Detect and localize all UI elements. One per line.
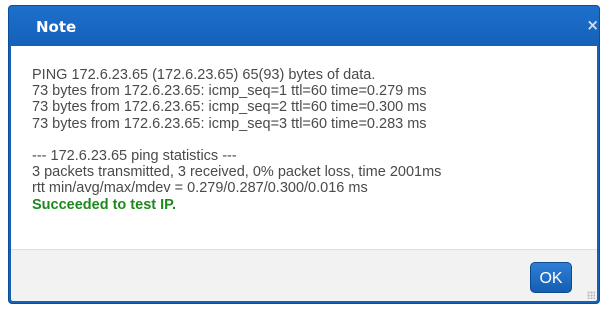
ping-output-line: 73 bytes from 172.6.23.65: icmp_seq=3 tt… <box>32 115 427 132</box>
ping-output: PING 172.6.23.65 (172.6.23.65) 65(93) by… <box>32 67 592 213</box>
resize-grip-icon[interactable] <box>587 291 595 299</box>
dialog-titlebar[interactable]: Note × <box>9 6 599 46</box>
ping-output-line: 73 bytes from 172.6.23.65: icmp_seq=1 tt… <box>32 83 427 100</box>
success-message: Succeeded to test IP. <box>32 196 176 213</box>
dialog-content: PING 172.6.23.65 (172.6.23.65) 65(93) by… <box>11 46 597 249</box>
ping-output-line: rtt min/avg/max/mdev = 0.279/0.287/0.300… <box>32 180 368 197</box>
dialog-footer: OK <box>11 249 597 301</box>
dialog-title: Note <box>36 18 77 36</box>
ping-output-line: 3 packets transmitted, 3 received, 0% pa… <box>32 164 442 181</box>
ping-output-line: PING 172.6.23.65 (172.6.23.65) 65(93) by… <box>32 67 376 83</box>
ping-output-line: 73 bytes from 172.6.23.65: icmp_seq=2 tt… <box>32 99 427 116</box>
ok-button[interactable]: OK <box>530 262 572 293</box>
ping-output-line: --- 172.6.23.65 ping statistics --- <box>32 147 237 164</box>
close-icon[interactable]: × <box>585 16 599 34</box>
note-dialog: Note × PING 172.6.23.65 (172.6.23.65) 65… <box>9 6 599 303</box>
